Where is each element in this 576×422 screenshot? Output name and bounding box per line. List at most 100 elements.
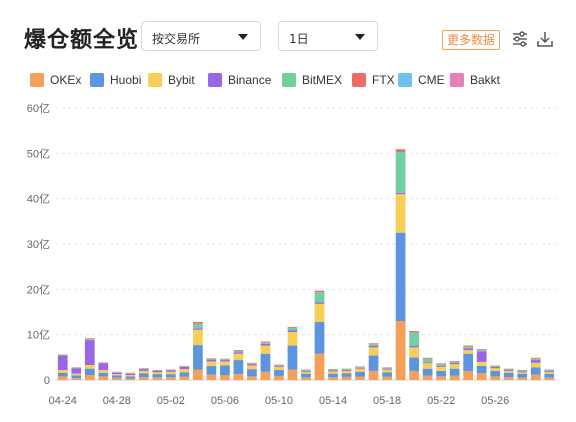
bar-segment-bybit-05-25[interactable]	[476, 361, 487, 366]
bar-segment-bybit-05-07[interactable]	[233, 353, 244, 361]
bar-segment-ftx-05-13[interactable]	[314, 290, 325, 293]
bar-segment-huobi-05-18[interactable]	[382, 372, 392, 377]
bar-segment-bitmex-05-05[interactable]	[206, 358, 217, 360]
bar-segment-ftx-05-21[interactable]	[422, 357, 433, 359]
bar-segment-binance-04-28[interactable]	[111, 372, 122, 375]
bar-segment-ftx-05-19[interactable]	[395, 149, 406, 152]
bar-segment-huobi-05-02[interactable]	[166, 374, 176, 378]
bar-segment-okex-05-11[interactable]	[287, 369, 298, 380]
bar-segment-bitmex-05-10[interactable]	[274, 365, 284, 366]
bar-segment-okex-05-30[interactable]	[544, 377, 555, 380]
bar-segment-okex-05-08[interactable]	[247, 376, 257, 380]
bar-segment-huobi-04-24[interactable]	[57, 372, 68, 377]
bar-segment-okex-05-01[interactable]	[152, 377, 163, 380]
bar-segment-okex-05-22[interactable]	[436, 376, 446, 380]
bar-segment-binance-05-03[interactable]	[179, 366, 190, 370]
bar-segment-huobi-05-04[interactable]	[193, 345, 203, 370]
bar-segment-bybit-05-06[interactable]	[220, 361, 230, 366]
bar-segment-okex-05-13[interactable]	[314, 353, 325, 380]
bar-segment-huobi-05-03[interactable]	[179, 372, 190, 377]
bar-segment-ftx-05-29[interactable]	[530, 357, 541, 359]
bar-segment-binance-05-05[interactable]	[206, 359, 217, 362]
bar-segment-bitmex-05-26[interactable]	[490, 365, 501, 367]
bar-segment-bybit-05-14[interactable]	[328, 371, 338, 374]
bar-segment-binance-05-17[interactable]	[368, 346, 379, 348]
bar-segment-ftx-04-26[interactable]	[84, 338, 95, 340]
bar-segment-huobi-05-09[interactable]	[260, 353, 271, 372]
bar-segment-okex-05-16[interactable]	[355, 376, 365, 380]
bar-segment-bybit-05-26[interactable]	[490, 368, 501, 371]
bar-segment-bitmex-05-14[interactable]	[328, 369, 338, 371]
bar-segment-huobi-05-05[interactable]	[206, 365, 217, 375]
bar-segment-bitmex-05-04[interactable]	[193, 323, 203, 329]
bar-segment-binance-05-28[interactable]	[517, 371, 528, 373]
bar-segment-binance-05-14[interactable]	[328, 370, 338, 372]
bar-segment-binance-04-24[interactable]	[57, 355, 68, 371]
bar-segment-bybit-05-27[interactable]	[503, 370, 514, 373]
bar-segment-bybit-04-28[interactable]	[111, 374, 122, 376]
bar-segment-bitmex-05-09[interactable]	[260, 342, 271, 344]
bar-segment-bybit-04-27[interactable]	[98, 370, 109, 373]
bar-segment-okex-04-30[interactable]	[138, 377, 149, 380]
bar-segment-huobi-05-11[interactable]	[287, 345, 298, 370]
bar-segment-binance-05-23[interactable]	[449, 362, 460, 365]
bar-segment-okex-05-19[interactable]	[395, 321, 406, 380]
bar-segment-okex-05-17[interactable]	[368, 370, 379, 380]
bar-segment-huobi-05-01[interactable]	[152, 374, 163, 378]
bar-segment-binance-05-22[interactable]	[436, 365, 446, 367]
bar-segment-okex-05-28[interactable]	[517, 377, 528, 380]
bar-segment-huobi-05-10[interactable]	[274, 370, 284, 376]
bar-segment-ftx-05-04[interactable]	[193, 321, 203, 324]
bar-segment-huobi-05-16[interactable]	[355, 371, 365, 377]
bar-segment-huobi-05-21[interactable]	[422, 368, 433, 376]
bar-segment-bybit-05-03[interactable]	[179, 369, 190, 373]
bar-segment-huobi-05-14[interactable]	[328, 373, 338, 378]
bar-segment-okex-05-15[interactable]	[341, 376, 352, 380]
bar-segment-bitmex-05-11[interactable]	[287, 327, 298, 331]
bar-segment-okex-05-09[interactable]	[260, 371, 271, 380]
bar-segment-huobi-05-20[interactable]	[409, 357, 419, 371]
bar-segment-bybit-04-29[interactable]	[125, 375, 136, 377]
bar-segment-bybit-05-11[interactable]	[287, 331, 298, 346]
bar-segment-bybit-04-26[interactable]	[84, 365, 95, 369]
bar-segment-okex-05-04[interactable]	[193, 369, 203, 380]
bar-segment-huobi-05-17[interactable]	[368, 355, 379, 371]
bar-segment-bybit-05-28[interactable]	[517, 372, 528, 374]
bar-segment-okex-04-29[interactable]	[125, 378, 136, 380]
bar-segment-huobi-04-28[interactable]	[111, 375, 122, 378]
bar-segment-bitmex-05-23[interactable]	[449, 361, 460, 363]
bar-segment-ftx-05-17[interactable]	[368, 343, 379, 345]
bar-segment-huobi-04-30[interactable]	[138, 373, 149, 378]
bar-segment-bybit-05-19[interactable]	[395, 194, 406, 233]
bar-segment-binance-05-21[interactable]	[422, 362, 433, 364]
bar-segment-bitmex-05-28[interactable]	[517, 370, 528, 372]
bar-segment-okex-05-26[interactable]	[490, 376, 501, 380]
bar-segment-huobi-05-19[interactable]	[395, 232, 406, 322]
bar-segment-bybit-05-08[interactable]	[247, 365, 257, 370]
bar-segment-bitmex-05-22[interactable]	[436, 363, 446, 366]
bar-segment-bybit-05-04[interactable]	[193, 329, 203, 346]
bar-segment-huobi-05-25[interactable]	[476, 365, 487, 374]
bar-segment-binance-05-15[interactable]	[341, 370, 352, 371]
bar-segment-huobi-05-15[interactable]	[341, 373, 352, 377]
bar-segment-binance-05-07[interactable]	[233, 352, 244, 354]
bar-segment-bitmex-05-15[interactable]	[341, 369, 352, 371]
bar-segment-huobi-05-29[interactable]	[530, 367, 541, 375]
bar-segment-bitmex-05-25[interactable]	[476, 350, 487, 352]
bar-segment-bitmex-05-24[interactable]	[463, 346, 474, 349]
bar-segment-bitmex-05-07[interactable]	[233, 350, 244, 353]
bar-segment-binance-05-27[interactable]	[503, 370, 514, 371]
bar-segment-bybit-05-13[interactable]	[314, 303, 325, 322]
bar-segment-binance-04-30[interactable]	[138, 369, 149, 371]
bar-segment-binance-04-26[interactable]	[84, 340, 95, 366]
bar-segment-binance-05-30[interactable]	[544, 370, 555, 372]
bar-segment-bybit-05-12[interactable]	[301, 371, 311, 374]
bar-segment-binance-04-29[interactable]	[125, 373, 136, 376]
bar-segment-bitmex-05-19[interactable]	[395, 151, 406, 193]
bar-segment-binance-05-24[interactable]	[463, 348, 474, 351]
bar-segment-bybit-05-17[interactable]	[368, 347, 379, 356]
bar-segment-huobi-04-27[interactable]	[98, 372, 109, 377]
bar-segment-bitmex-05-29[interactable]	[530, 358, 541, 361]
bar-segment-binance-05-11[interactable]	[287, 330, 298, 332]
bar-segment-huobi-05-28[interactable]	[517, 373, 528, 378]
